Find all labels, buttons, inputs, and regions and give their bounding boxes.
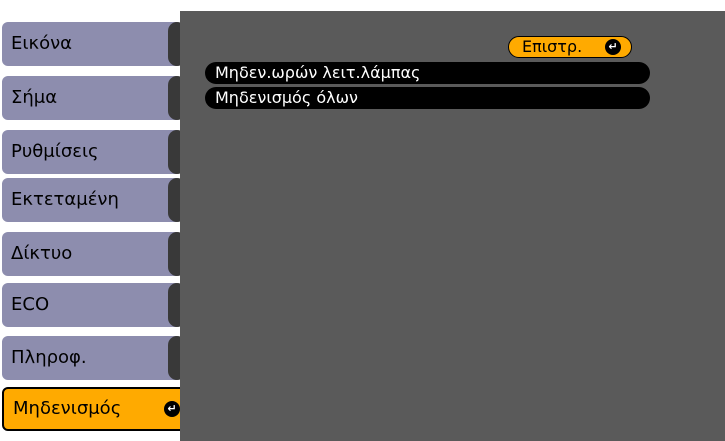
enter-return-icon: ↵ <box>605 39 621 55</box>
return-button[interactable]: Επιστρ. ↵ <box>508 36 632 58</box>
tab-eco[interactable]: ECO <box>2 283 186 327</box>
tab-reset[interactable]: Μηδενισμός ↵ <box>2 387 188 431</box>
tab-label: Πληροφ. <box>11 347 87 368</box>
reset-all-option[interactable]: Μηδενισμός όλων <box>205 87 650 109</box>
option-label: Μηδεν.ωρών λειτ.λάμπας <box>215 63 421 82</box>
tab-settings[interactable]: Ρυθμίσεις <box>2 130 186 174</box>
tab-label: Δίκτυο <box>11 243 73 264</box>
reset-lamp-hours-option[interactable]: Μηδεν.ωρών λειτ.λάμπας <box>205 62 650 84</box>
option-label: Μηδενισμός όλων <box>215 88 358 107</box>
sidebar-menu: Εικόνα Σήμα Ρυθμίσεις Εκτεταμένη Δίκτυο … <box>0 0 195 441</box>
return-label: Επιστρ. <box>522 37 583 56</box>
reset-panel: Επιστρ. ↵ Μηδεν.ωρών λειτ.λάμπας Μηδενισ… <box>180 11 725 441</box>
tab-info[interactable]: Πληροφ. <box>2 336 186 380</box>
tab-label: Μηδενισμός <box>13 398 122 419</box>
tab-label: Εκτεταμένη <box>11 189 119 210</box>
tab-extended[interactable]: Εκτεταμένη <box>2 178 186 222</box>
tab-label: Εικόνα <box>11 33 73 54</box>
tab-label: Σήμα <box>11 87 58 108</box>
tab-network[interactable]: Δίκτυο <box>2 232 186 276</box>
tab-label: Ρυθμίσεις <box>11 141 99 162</box>
tab-label: ECO <box>11 294 50 315</box>
tab-signal[interactable]: Σήμα <box>2 76 186 120</box>
enter-return-icon: ↵ <box>164 401 180 417</box>
tab-image[interactable]: Εικόνα <box>2 22 186 66</box>
